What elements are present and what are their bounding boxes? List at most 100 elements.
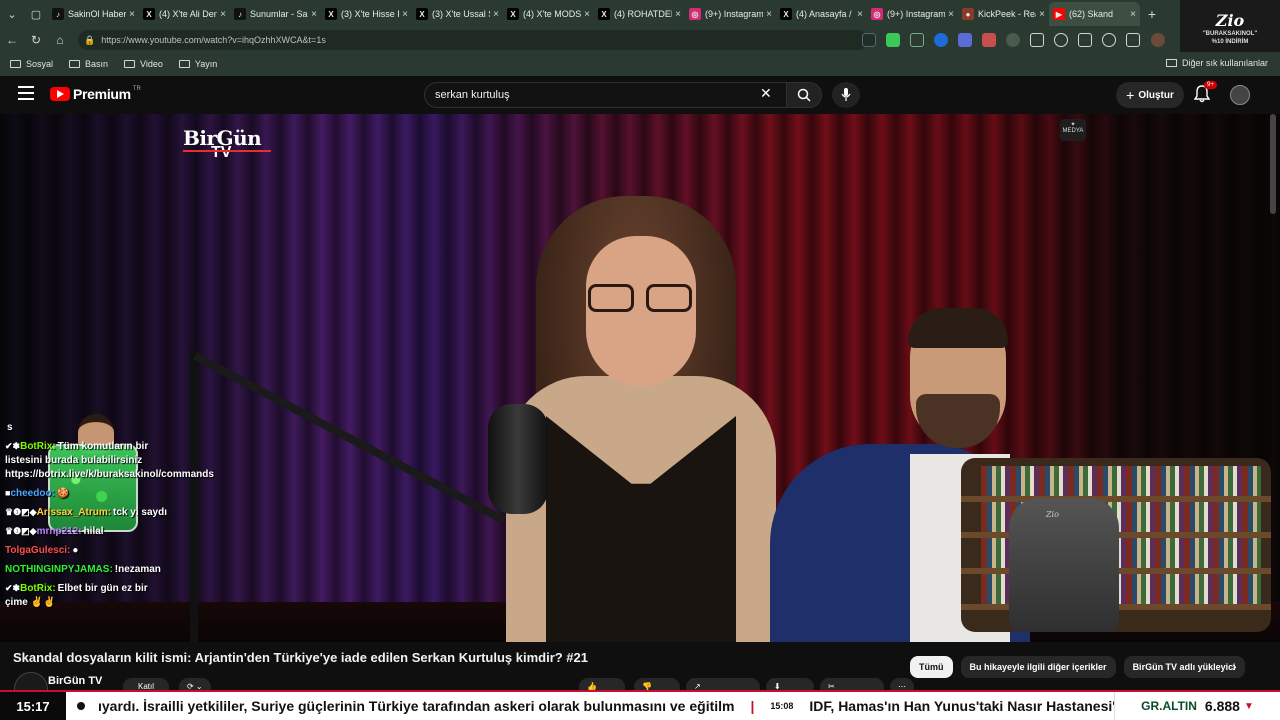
x-icon: X (325, 8, 337, 20)
browser-tab-bar: ⌄ ▢ ♪SakinOl Haber×X(4) X'te Ali Deniz×♪… (0, 0, 1280, 28)
close-tab-icon[interactable]: × (129, 9, 135, 20)
extension-translate-icon[interactable] (958, 33, 972, 47)
voice-search-button[interactable] (832, 82, 860, 108)
gaming-chair (1009, 498, 1119, 632)
related-chips: Tümü Bu hikayeyle ilgili diğer içerikler… (910, 656, 1245, 678)
chat-username[interactable]: cheedoo: (10, 488, 54, 499)
favorites-star-icon[interactable] (1054, 33, 1068, 47)
ticker-headlines: ıyardı. İsrailli yetkililer, Suriye güçl… (98, 692, 1114, 720)
chevron-right-icon[interactable]: › (1232, 658, 1237, 674)
tab-title: Sunumlar - Sakin (250, 9, 308, 19)
chat-username[interactable]: NOTHINGINPYJAMAS: (5, 564, 113, 575)
extension-blue-icon[interactable] (934, 33, 948, 47)
video-player[interactable]: BirGün TV ✦ MEDYA Zio (0, 114, 1280, 642)
create-button[interactable]: + Oluştur (1116, 82, 1184, 108)
extension-icon[interactable] (862, 33, 876, 47)
close-tab-icon[interactable]: × (857, 9, 863, 20)
close-tab-icon[interactable]: × (766, 9, 772, 20)
search-input[interactable]: serkan kurtuluş (424, 82, 788, 108)
page-scrollbar[interactable] (1270, 114, 1276, 214)
instagram-icon: ◎ (871, 8, 883, 20)
chat-text: tck yi saydı (113, 507, 167, 518)
extension-green-icon[interactable] (886, 33, 900, 47)
browser-tab[interactable]: ♪ Sunumlar - Sakin× (230, 2, 321, 26)
youtube-premium-logo[interactable]: Premium TR (50, 86, 141, 102)
channel-name[interactable]: BirGün TV (48, 675, 102, 687)
url-input[interactable]: 🔒 https://www.youtube.com/watch?v=ihqOzh… (78, 30, 868, 50)
profile-avatar-icon[interactable] (1151, 33, 1165, 47)
kickpeek-icon: ● (962, 8, 974, 20)
bookmark-folder-video[interactable]: Video (124, 59, 163, 69)
chat-username[interactable]: TolgaGulesci: (5, 545, 70, 556)
reload-icon[interactable]: ↻ (24, 33, 48, 47)
browser-tab[interactable]: X (4) ROHATDEM × (594, 2, 685, 26)
split-view-icon[interactable] (1030, 33, 1044, 47)
browser-tab[interactable]: ◎ (9+) Instagram × (867, 2, 958, 26)
chat-message: ■cheedoo: 🍪 (5, 486, 171, 501)
chip-related-story[interactable]: Bu hikayeyle ilgili diğer içerikler (960, 656, 1116, 678)
browser-tab[interactable]: X (3) X'te Ussal S × (412, 2, 503, 26)
ticker-clock: 15:17 (0, 692, 66, 720)
workspaces-icon[interactable]: ▢ (24, 0, 48, 28)
tab-strip: ♪SakinOl Haber×X(4) X'te Ali Deniz×♪Sunu… (48, 2, 1140, 26)
browser-tab[interactable]: ◎ (9+) Instagram × (685, 2, 776, 26)
chat-username[interactable]: BotRix: (20, 583, 56, 594)
ticker-headline: ıyardı. İsrailli yetkililer, Suriye güçl… (98, 698, 735, 714)
ticker-timestamp: 15:08 (770, 701, 794, 711)
browser-tab[interactable]: ● KickPeek - Rea × (958, 2, 1049, 26)
clear-search-icon[interactable]: ✕ (760, 85, 772, 102)
close-tab-icon[interactable]: × (675, 9, 681, 20)
close-tab-icon[interactable]: × (311, 9, 317, 20)
browser-tab[interactable]: X (3) X'te Hisse P × (321, 2, 412, 26)
search-button[interactable] (786, 82, 822, 108)
back-arrow-icon[interactable]: ← (0, 33, 24, 47)
bookmark-folder-basin[interactable]: Basın (69, 59, 108, 69)
chat-text: 🍪 (56, 488, 70, 499)
browser-tab[interactable]: ▶ (62) Skand × (1049, 2, 1140, 26)
chat-username[interactable]: Arissax_Atrum: (37, 507, 111, 518)
close-tab-icon[interactable]: × (948, 9, 954, 20)
close-tab-icon[interactable]: × (584, 9, 590, 20)
instagram-icon: ◎ (689, 8, 701, 20)
bookmark-folder-yayin[interactable]: Yayın (178, 59, 217, 69)
notification-badge: 9+ (1204, 81, 1217, 89)
home-icon[interactable]: ⌂ (48, 33, 72, 47)
browser-tab[interactable]: X (4) X'te MODS × (503, 2, 594, 26)
promo-code: "BURAKSAKINOL" (1202, 30, 1258, 37)
extension-grid-icon[interactable] (910, 33, 924, 47)
browser-tab[interactable]: X (4) Anasayfa / × (776, 2, 867, 26)
hamburger-menu-icon[interactable] (18, 86, 34, 100)
ticker-separator: | (750, 698, 755, 714)
chip-all[interactable]: Tümü (910, 656, 953, 678)
other-favorites[interactable]: Diğer sık kullanılanlar (1165, 58, 1268, 68)
collections-icon[interactable] (1078, 33, 1092, 47)
close-tab-icon[interactable]: × (1039, 9, 1045, 20)
chat-message: s (5, 420, 171, 435)
tab-list-chevron-icon[interactable]: ⌄ (0, 0, 24, 28)
tab-title: (4) X'te Ali Deniz (159, 9, 218, 19)
close-tab-icon[interactable]: × (402, 9, 408, 20)
ticker-headline: IDF, Hamas'ın Han Yunus'taki Nasır Hasta… (809, 698, 1114, 714)
close-tab-icon[interactable]: × (220, 9, 226, 20)
extension-s-icon[interactable] (982, 33, 996, 47)
chat-username[interactable]: mrnp212: (37, 526, 82, 537)
close-tab-icon[interactable]: × (493, 9, 499, 20)
browser-tab[interactable]: X (4) X'te Ali Deniz× (139, 2, 230, 26)
chat-text: s (7, 422, 13, 433)
url-text: https://www.youtube.com/watch?v=ihqOzhhX… (101, 35, 326, 45)
close-tab-icon[interactable]: × (1130, 9, 1136, 20)
notifications-button[interactable]: 9+ (1193, 81, 1217, 105)
chat-username[interactable]: BotRix: (20, 441, 56, 452)
chat-message: ✔✽BotRix: Tüm komutların bir listesini bu… (5, 439, 214, 482)
media-button[interactable]: ✦ MEDYA (1060, 119, 1086, 141)
chip-uploader[interactable]: BirGün TV adlı yükleyici (1123, 656, 1245, 678)
folder-icon (10, 60, 21, 68)
bookmark-folder-sosyal[interactable]: Sosyal (10, 59, 53, 69)
search-query: serkan kurtuluş (435, 89, 510, 101)
downloads-icon[interactable] (1126, 33, 1140, 47)
extensions-puzzle-icon[interactable] (1006, 33, 1020, 47)
account-avatar[interactable] (1230, 85, 1250, 105)
new-tab-button[interactable]: + (1140, 6, 1164, 22)
browser-tab[interactable]: ♪ SakinOl Haber × (48, 2, 139, 26)
browser-essentials-icon[interactable] (1102, 33, 1116, 47)
